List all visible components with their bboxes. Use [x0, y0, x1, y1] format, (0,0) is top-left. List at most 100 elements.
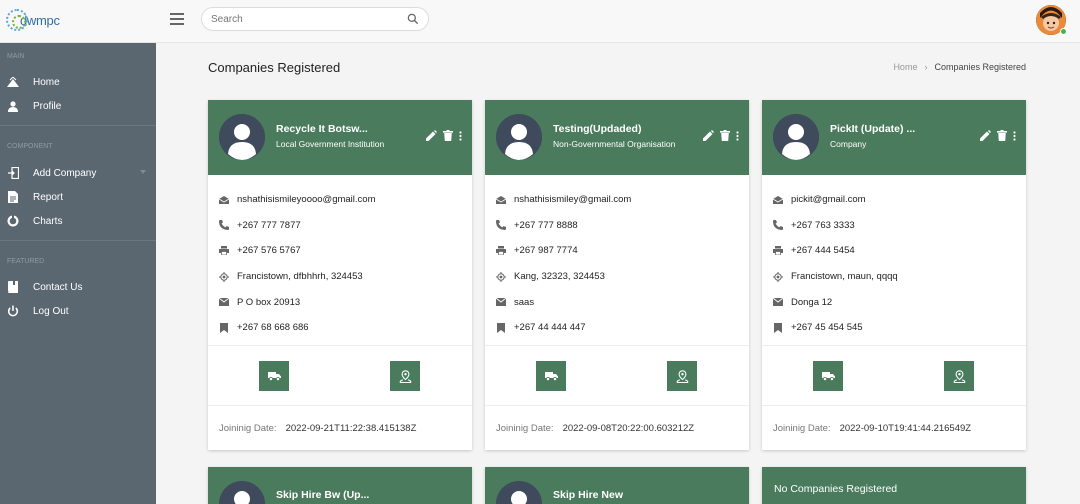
user-pin-icon — [398, 369, 412, 383]
printer-icon — [772, 245, 784, 257]
company-type: Non-Governmental Organisation — [553, 139, 676, 149]
card-button-row — [485, 346, 749, 406]
app-logo[interactable]: dwmpc — [6, 9, 60, 31]
edit-icon[interactable] — [703, 130, 714, 141]
fax-value: +267 576 5767 — [237, 245, 301, 257]
card-header: Recycle It Botsw... Local Government Ins… — [208, 100, 472, 175]
email-icon — [218, 194, 230, 206]
email-row: pickit@gmail.com — [762, 187, 1026, 213]
card-button-row — [208, 346, 472, 406]
user-pin-icon — [675, 369, 689, 383]
location-row: Francistown, maun, qqqq — [762, 264, 1026, 290]
company-name: Recycle It Botsw... — [276, 123, 368, 135]
sidebar-item-log-out[interactable]: Log Out — [0, 301, 156, 321]
delete-icon[interactable] — [443, 130, 453, 141]
user-location-button[interactable] — [944, 361, 974, 391]
user-location-button[interactable] — [667, 361, 697, 391]
gps-location-icon — [772, 271, 784, 283]
phone-value: +267 777 7877 — [237, 219, 301, 231]
menu-toggle-icon[interactable] — [170, 13, 184, 25]
breadcrumb-current: Companies Registered — [934, 62, 1026, 72]
location-row: Kang, 32323, 324453 — [485, 264, 749, 290]
phone-icon — [495, 219, 507, 231]
company-type: Local Government Institution — [276, 139, 385, 149]
card-header: Skip Hire Bw (Up... — [208, 467, 472, 504]
company-card: Recycle It Botsw... Local Government Ins… — [208, 100, 472, 450]
phone-value: +267 763 3333 — [791, 219, 855, 231]
breadcrumb-separator: › — [924, 62, 928, 72]
user-location-button[interactable] — [390, 361, 420, 391]
search-icon[interactable] — [406, 12, 420, 26]
mail-icon — [218, 296, 230, 308]
mail-icon — [772, 296, 784, 308]
sidebar-item-add-company[interactable]: Add Company — [0, 163, 156, 183]
contact-info-list: nshathisismiley@gmail.com +267 777 8888 … — [485, 175, 749, 346]
book-icon — [7, 281, 19, 293]
sidebar-item-profile[interactable]: Profile — [0, 96, 156, 116]
document-icon — [7, 191, 19, 203]
joining-date-value: 2022-09-10T19:41:44.216549Z — [839, 422, 972, 434]
page-title: Companies Registered — [208, 60, 341, 75]
more-vert-icon[interactable] — [1013, 130, 1016, 141]
fax-value: +267 444 5454 — [791, 245, 855, 257]
company-card-partial: Skip Hire Bw (Up... — [208, 467, 472, 504]
no-companies-card: No Companies Registered — [762, 467, 1026, 504]
card-actions — [697, 130, 739, 141]
company-avatar-icon — [773, 114, 819, 160]
company-avatar-icon — [496, 114, 542, 160]
company-avatar-icon — [496, 481, 542, 504]
bookmark-icon — [218, 322, 230, 334]
delete-icon[interactable] — [720, 130, 730, 141]
truck-button[interactable] — [259, 361, 289, 391]
printer-icon — [218, 245, 230, 257]
user-pin-icon — [952, 369, 966, 383]
location-value: Kang, 32323, 324453 — [514, 271, 605, 283]
edit-icon[interactable] — [980, 130, 991, 141]
email-row: nshathisismileyoooo@gmail.com — [208, 187, 472, 213]
fax-row: +267 987 7774 — [485, 238, 749, 264]
sidebar-divider — [0, 125, 156, 126]
truck-icon — [821, 372, 835, 381]
search-input[interactable] — [211, 8, 401, 30]
more-vert-icon[interactable] — [736, 130, 739, 141]
sidebar-item-contact-us[interactable]: Contact Us — [0, 277, 156, 297]
postal-row: P O box 20913 — [208, 289, 472, 315]
fax-row: +267 576 5767 — [208, 238, 472, 264]
breadcrumb-home-link[interactable]: Home — [893, 62, 917, 72]
sidebar-item-home[interactable]: Home — [0, 72, 156, 92]
power-icon — [7, 305, 19, 317]
postal-value: saas — [514, 296, 535, 308]
logo-mark-icon — [6, 9, 28, 31]
card-header: Skip Hire New — [485, 467, 749, 504]
sidebar-section-component: COMPONENT — [7, 143, 53, 150]
bookmark-row: +267 68 668 686 — [208, 315, 472, 341]
sidebar-item-label: Home — [33, 76, 60, 88]
gps-location-icon — [495, 271, 507, 283]
card-actions — [974, 130, 1016, 141]
gps-location-icon — [218, 271, 230, 283]
bookmark-row: +267 44 444 447 — [485, 315, 749, 341]
sidebar-item-report[interactable]: Report — [0, 187, 156, 207]
phone-row: +267 777 8888 — [485, 213, 749, 239]
card-header: No Companies Registered — [762, 467, 1026, 504]
edit-icon[interactable] — [426, 130, 437, 141]
truck-icon — [267, 372, 281, 381]
location-row: Francistown, dfbhhrh, 324453 — [208, 264, 472, 290]
company-name: PickIt (Update) ... — [830, 123, 916, 135]
sidebar-item-label: Add Company — [33, 167, 97, 179]
company-card-partial: Skip Hire New — [485, 467, 749, 504]
sidebar-item-label: Report — [33, 191, 64, 203]
bookmark-value: +267 44 444 447 — [514, 322, 586, 334]
company-name: Testing(Updaded) — [553, 123, 642, 135]
truck-button[interactable] — [536, 361, 566, 391]
sidebar-item-charts[interactable]: Charts — [0, 211, 156, 231]
more-vert-icon[interactable] — [459, 130, 462, 141]
home-icon — [7, 76, 19, 88]
bookmark-row: +267 45 454 545 — [762, 315, 1026, 341]
sidebar-item-label: Profile — [33, 100, 62, 112]
fax-value: +267 987 7774 — [514, 245, 578, 257]
phone-icon — [772, 219, 784, 231]
delete-icon[interactable] — [997, 130, 1007, 141]
bookmark-icon — [495, 322, 507, 334]
truck-button[interactable] — [813, 361, 843, 391]
